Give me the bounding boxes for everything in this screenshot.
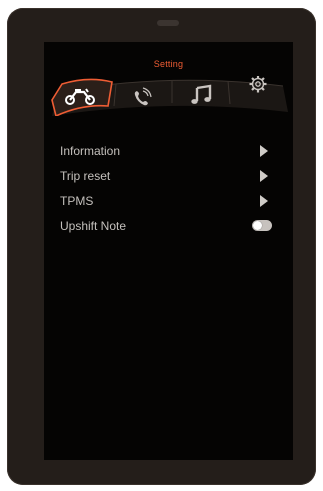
chevron-right-icon (260, 170, 268, 182)
chevron-right-icon (260, 195, 268, 207)
display-screen: Setting Information Trip reset TPMS Upsh… (44, 42, 293, 460)
menu-item-trip-reset[interactable]: Trip reset (60, 164, 280, 189)
menu-item-label: Upshift Note (60, 219, 127, 233)
tab-phone[interactable] (116, 76, 172, 116)
menu-item-label: Information (60, 144, 121, 158)
chevron-right-icon (260, 145, 268, 157)
upshift-note-toggle[interactable] (252, 220, 272, 231)
device-frame: Setting Information Trip reset TPMS Upsh… (7, 8, 316, 485)
menu-item-information[interactable]: Information (60, 139, 280, 164)
camera-slot (157, 20, 179, 26)
toggle-knob (253, 221, 262, 230)
menu-item-tpms[interactable]: TPMS (60, 189, 280, 214)
settings-menu: Information Trip reset TPMS Upshift Note (60, 139, 280, 239)
tab-settings[interactable] (228, 76, 288, 116)
tab-music[interactable] (172, 76, 228, 116)
menu-item-label: TPMS (60, 194, 94, 208)
menu-item-upshift-note: Upshift Note (60, 214, 280, 239)
page-title: Setting (153, 59, 184, 69)
menu-item-label: Trip reset (60, 169, 111, 183)
tab-bar (48, 76, 288, 116)
tab-motorcycle[interactable] (52, 76, 114, 116)
